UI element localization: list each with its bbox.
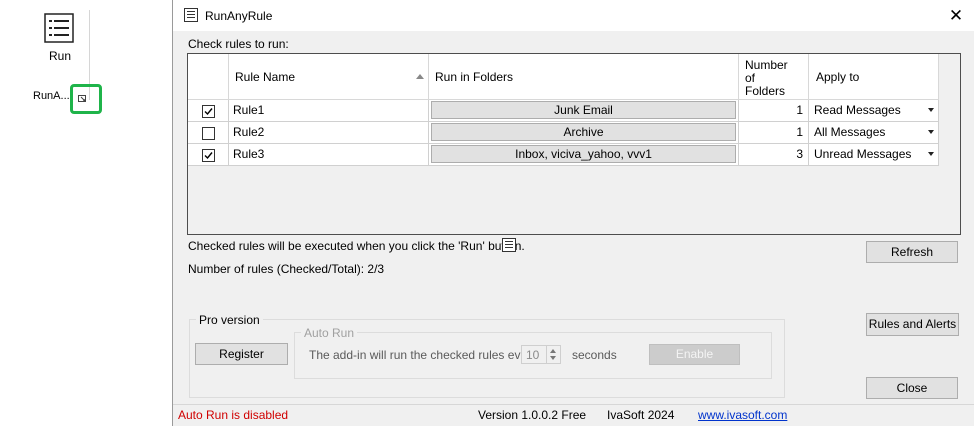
folders-cell: Junk Email bbox=[429, 100, 739, 122]
version-text: Version 1.0.0.2 Free bbox=[478, 408, 587, 422]
rule-name-cell: Rule3 bbox=[229, 144, 429, 166]
enable-button[interactable]: Enable bbox=[649, 344, 740, 365]
apply-to-value: Unread Messages bbox=[814, 147, 912, 161]
header-apply-to[interactable]: Apply to bbox=[809, 54, 939, 100]
rules-grid: Rule Name Run in Folders Number of Folde… bbox=[187, 53, 961, 235]
rules-and-alerts-button[interactable]: Rules and Alerts bbox=[866, 313, 959, 336]
number-header-line3: Folders bbox=[745, 84, 786, 98]
folder-count-cell: 3 bbox=[739, 144, 809, 166]
rule-name-cell: Rule2 bbox=[229, 122, 429, 144]
folders-button[interactable]: Archive bbox=[431, 123, 736, 141]
checkbox-cell bbox=[188, 100, 229, 122]
chevron-up-icon[interactable] bbox=[550, 349, 556, 353]
apply-to-dropdown[interactable]: All Messages bbox=[809, 122, 939, 144]
refresh-button[interactable]: Refresh bbox=[866, 241, 958, 263]
auto-run-description: The add-in will run the checked rules ev… bbox=[309, 348, 538, 362]
close-icon[interactable]: ✕ bbox=[945, 6, 967, 26]
close-button[interactable]: Close bbox=[866, 377, 958, 399]
rule-name-header-label: Rule Name bbox=[235, 70, 296, 84]
auto-run-label: Auto Run bbox=[301, 326, 358, 340]
folders-cell: Archive bbox=[429, 122, 739, 144]
check-rules-label: Check rules to run: bbox=[188, 37, 289, 51]
header-run-in-folders[interactable]: Run in Folders bbox=[429, 54, 739, 100]
window-title: RunAnyRule bbox=[205, 9, 273, 23]
chevron-down-icon[interactable] bbox=[550, 356, 556, 360]
company-text: IvaSoft 2024 bbox=[607, 408, 675, 422]
number-header-line1: Number bbox=[745, 58, 788, 72]
apply-to-dropdown[interactable]: Read Messages bbox=[809, 100, 939, 122]
info-text: Checked rules will be executed when you … bbox=[188, 239, 525, 253]
header-rule-name[interactable]: Rule Name bbox=[229, 54, 429, 100]
header-number-of-folders[interactable]: Number of Folders bbox=[739, 54, 809, 100]
title-bar: RunAnyRule ✕ bbox=[173, 0, 974, 31]
list-icon bbox=[502, 238, 516, 252]
folder-count-cell: 1 bbox=[739, 122, 809, 144]
dropdown-arrow-icon[interactable] bbox=[928, 108, 934, 112]
run-list-icon[interactable] bbox=[44, 13, 74, 43]
register-button[interactable]: Register bbox=[195, 343, 288, 365]
auto-run-status: Auto Run is disabled bbox=[178, 408, 289, 422]
checkbox-cell bbox=[188, 144, 229, 166]
apply-to-value: Read Messages bbox=[814, 103, 901, 117]
dropdown-arrow-icon[interactable] bbox=[928, 152, 934, 156]
ribbon-group-label: RunA... bbox=[33, 90, 70, 102]
header-checkbox-column bbox=[188, 54, 229, 100]
apply-to-value: All Messages bbox=[814, 125, 886, 139]
rule-name-cell: Rule1 bbox=[229, 100, 429, 122]
dropdown-arrow-icon[interactable] bbox=[928, 130, 934, 134]
number-header-line2: of bbox=[745, 71, 756, 85]
interval-value: 10 bbox=[526, 348, 540, 362]
runanyrule-dialog: RunAnyRule ✕ Check rules to run: Rule Na… bbox=[172, 0, 974, 426]
status-separator bbox=[173, 404, 974, 405]
rule-checkbox[interactable] bbox=[202, 149, 215, 162]
list-icon bbox=[184, 8, 198, 22]
folders-button[interactable]: Junk Email bbox=[431, 101, 736, 119]
apply-to-header-label: Apply to bbox=[816, 70, 860, 84]
folders-button[interactable]: Inbox, viciva_yahoo, vvv1 bbox=[431, 145, 736, 163]
folder-count-cell: 1 bbox=[739, 100, 809, 122]
folders-header-label: Run in Folders bbox=[435, 70, 514, 84]
folders-cell: Inbox, viciva_yahoo, vvv1 bbox=[429, 144, 739, 166]
stepper-buttons[interactable] bbox=[546, 346, 560, 363]
rule-checkbox[interactable] bbox=[202, 105, 215, 118]
pro-version-label: Pro version bbox=[196, 313, 263, 327]
dialog-launcher-icon[interactable] bbox=[78, 92, 87, 102]
seconds-label: seconds bbox=[572, 348, 617, 362]
interval-stepper[interactable]: 10 bbox=[521, 345, 561, 364]
sort-ascending-icon bbox=[416, 74, 424, 79]
run-button-label[interactable]: Run bbox=[40, 49, 80, 63]
rules-count-text: Number of rules (Checked/Total): 2/3 bbox=[188, 262, 385, 276]
checkbox-cell bbox=[188, 122, 229, 144]
apply-to-dropdown[interactable]: Unread Messages bbox=[809, 144, 939, 166]
rule-checkbox[interactable] bbox=[202, 127, 215, 140]
website-link[interactable]: www.ivasoft.com bbox=[698, 408, 787, 422]
